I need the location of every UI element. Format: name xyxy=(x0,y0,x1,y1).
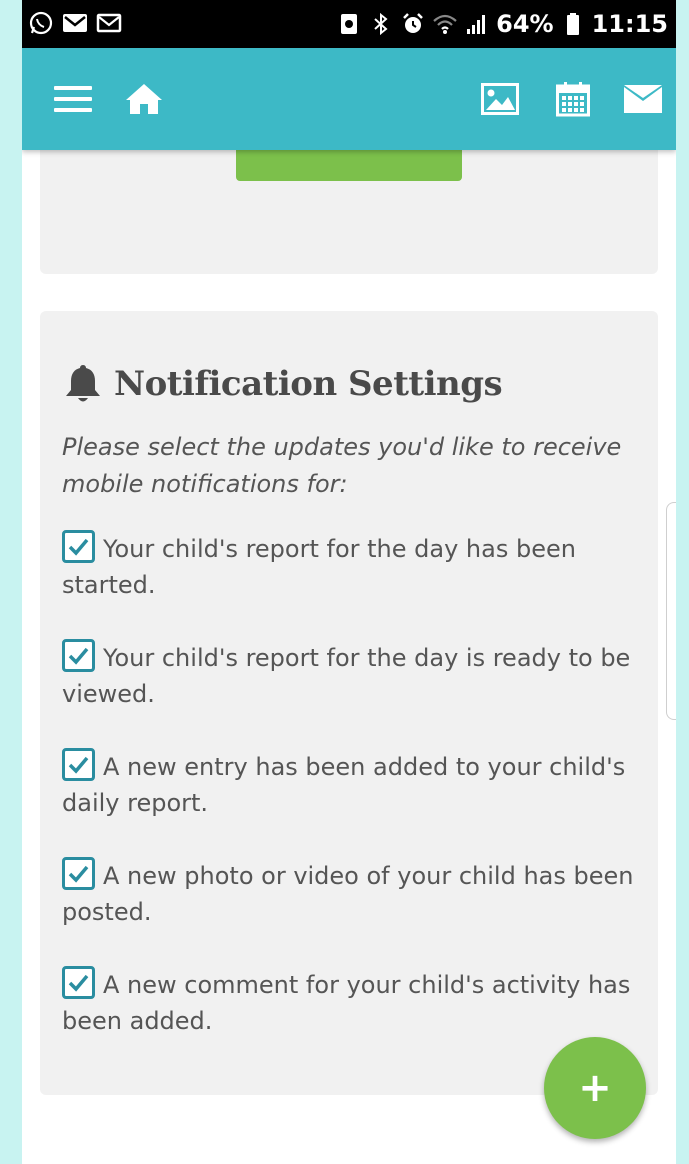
calendar-button[interactable] xyxy=(554,48,592,150)
notification-settings-card: Notification Settings Please select the … xyxy=(40,311,658,1095)
status-bar: 64% 11:15 xyxy=(22,0,676,48)
checkbox[interactable] xyxy=(62,857,95,890)
checkbox[interactable] xyxy=(62,748,95,781)
calendar-icon xyxy=(556,82,590,117)
notification-option[interactable]: A new entry has been added to your child… xyxy=(62,748,642,821)
gmail-icon xyxy=(62,10,88,36)
check-icon xyxy=(68,974,89,992)
photos-button[interactable] xyxy=(480,48,520,150)
checkbox[interactable] xyxy=(62,966,95,999)
messages-button[interactable] xyxy=(622,48,664,150)
option-label: Your child's report for the day has been… xyxy=(62,535,576,599)
check-icon xyxy=(68,647,89,665)
notification-description: Please select the updates you'd like to … xyxy=(62,433,622,498)
menu-button[interactable] xyxy=(52,48,94,150)
check-icon xyxy=(68,865,89,883)
add-button[interactable]: + xyxy=(544,1037,646,1139)
notification-option[interactable]: Your child's report for the day has been… xyxy=(62,530,642,603)
alarm-icon xyxy=(400,11,426,37)
envelope-icon xyxy=(624,85,662,113)
bluetooth-icon xyxy=(368,11,394,37)
option-label: Your child's report for the day is ready… xyxy=(62,644,631,708)
photo-icon xyxy=(481,83,519,115)
whatsapp-icon xyxy=(28,10,54,36)
notification-settings-heading: Notification Settings xyxy=(64,363,503,405)
home-button[interactable] xyxy=(122,48,166,150)
menu-icon xyxy=(54,86,92,112)
option-label: A new comment for your child's activity … xyxy=(62,971,631,1035)
option-label: A new photo or video of your child has b… xyxy=(62,862,634,926)
wifi-icon xyxy=(432,11,458,37)
notification-option[interactable]: A new comment for your child's activity … xyxy=(62,966,642,1039)
page-title: Notification Settings xyxy=(114,364,503,404)
scrollbar-handle[interactable] xyxy=(666,502,676,720)
notification-option[interactable]: A new photo or video of your child has b… xyxy=(62,857,642,930)
mail-icon xyxy=(96,10,122,36)
notification-option[interactable]: Your child's report for the day is ready… xyxy=(62,639,642,712)
check-icon xyxy=(68,756,89,774)
checkbox[interactable] xyxy=(62,530,95,563)
checkbox[interactable] xyxy=(62,639,95,672)
app-bar xyxy=(22,48,676,150)
battery-percent: 64% xyxy=(496,10,554,38)
clock: 11:15 xyxy=(591,10,668,38)
option-label: A new entry has been added to your child… xyxy=(62,753,626,817)
battery-icon xyxy=(560,11,586,37)
settings-content: Notification Settings Please select the … xyxy=(22,110,676,1164)
phone-screen: 64% 11:15 Notification Settings Please s… xyxy=(22,0,676,1164)
home-icon xyxy=(126,84,162,114)
check-icon xyxy=(68,538,89,556)
storage-icon xyxy=(336,11,362,37)
signal-icon xyxy=(464,11,490,37)
bell-icon xyxy=(66,365,100,402)
